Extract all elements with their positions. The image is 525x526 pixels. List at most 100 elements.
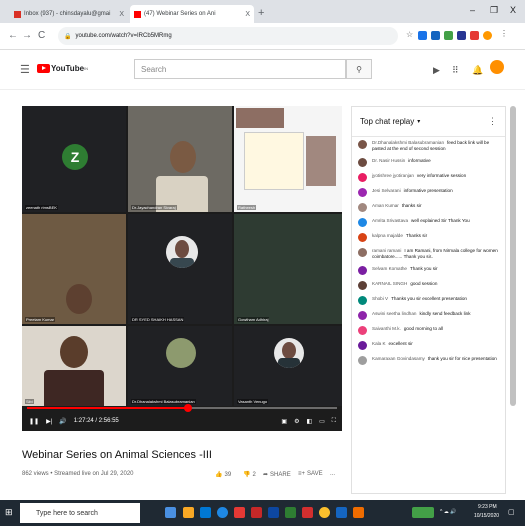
reload-button[interactable]: C xyxy=(38,30,45,41)
forward-button[interactable]: → xyxy=(22,30,32,41)
fullscreen-icon[interactable]: ⛶ xyxy=(332,418,336,425)
notification-icon[interactable]: ▢ xyxy=(508,508,515,516)
more-actions-button[interactable]: ... xyxy=(330,471,335,477)
save-button[interactable]: ≡+ SAVE xyxy=(298,471,323,477)
app-icon[interactable] xyxy=(353,507,364,518)
miniplayer-icon[interactable]: ◧ xyxy=(306,418,312,425)
youtube-logo[interactable]: YouTube IN xyxy=(37,64,88,73)
chat-author[interactable]: Jesi Selvarani xyxy=(372,188,401,193)
extension-icon[interactable] xyxy=(444,31,453,40)
app-icon[interactable] xyxy=(234,507,245,518)
chat-author[interactable]: Kamaraxan Govindasamy xyxy=(372,356,425,361)
star-icon[interactable]: ☆ xyxy=(406,30,415,39)
chat-author[interactable]: ramani ramani xyxy=(372,248,401,253)
chat-author[interactable]: Kala K xyxy=(372,341,386,346)
tab-close-button[interactable]: X xyxy=(119,11,124,18)
tray-icons[interactable]: ^ ☁ 🔊 xyxy=(440,509,456,515)
pause-icon[interactable]: ❚❚ xyxy=(29,418,39,425)
search-button[interactable]: ⚲ xyxy=(346,59,372,79)
slide-content xyxy=(244,132,304,190)
tab-label: (47) Webinar Series on Ani xyxy=(144,11,216,17)
task-view-icon[interactable] xyxy=(165,507,176,518)
dislike-button[interactable]: 👎 2 xyxy=(243,471,256,479)
chat-author[interactable]: jyotishree jyotiranjan xyxy=(372,173,414,178)
chat-avatar[interactable] xyxy=(358,188,367,197)
chat-avatar[interactable] xyxy=(358,203,367,212)
apps-grid-icon[interactable]: ⠿ xyxy=(452,65,459,76)
chat-avatar[interactable] xyxy=(358,281,367,290)
new-tab-button[interactable]: + xyxy=(258,7,264,19)
account-avatar[interactable] xyxy=(490,60,504,74)
minimize-button[interactable]: – xyxy=(470,5,475,15)
restore-button[interactable]: ❐ xyxy=(490,5,498,16)
chat-author[interactable]: Aman Kumar xyxy=(372,203,399,208)
chat-scrollbar[interactable] xyxy=(510,106,516,406)
share-button[interactable]: ➦ SHARE xyxy=(263,471,291,479)
extension-icon[interactable] xyxy=(418,31,427,40)
acrobat-icon[interactable] xyxy=(302,507,313,518)
chat-author[interactable]: Aswini seetha lindhan xyxy=(372,311,416,316)
chat-avatar[interactable] xyxy=(358,248,367,257)
clock-date[interactable]: 10/15/2020 xyxy=(474,513,499,519)
extension-icon[interactable] xyxy=(457,31,466,40)
participant-name: zeenath rimsBEK xyxy=(25,205,58,210)
chat-avatar[interactable] xyxy=(358,158,367,167)
back-button[interactable]: ← xyxy=(8,30,18,41)
store-icon[interactable] xyxy=(200,507,211,518)
search-input[interactable]: Search xyxy=(134,59,346,79)
chat-author[interactable]: KARNAIL SINGH xyxy=(372,281,407,286)
clock-time[interactable]: 9:23 PM xyxy=(478,504,497,510)
chat-author[interactable]: Saivanthi M.k. xyxy=(372,326,401,331)
theater-icon[interactable]: ▭ xyxy=(319,418,325,425)
extension-icon[interactable] xyxy=(470,31,479,40)
taskbar-search-input[interactable]: Type here to search xyxy=(20,503,140,523)
chat-avatar[interactable] xyxy=(358,173,367,182)
chat-author[interactable]: Selvam Komathe xyxy=(372,266,407,271)
tab-gmail[interactable]: Inbox (937) - chinsdayalu@gmai X xyxy=(10,5,128,23)
chat-avatar[interactable] xyxy=(358,326,367,335)
chat-author[interactable]: Dr. Nasir Hussin xyxy=(372,158,405,163)
menu-icon[interactable]: ⋮ xyxy=(500,29,509,38)
chat-avatar[interactable] xyxy=(358,341,367,350)
window-close-button[interactable]: X xyxy=(510,5,516,15)
file-explorer-icon[interactable] xyxy=(183,507,194,518)
chat-mode-selector[interactable]: Top chat replay xyxy=(360,117,414,126)
chat-author[interactable]: Shobi V xyxy=(372,296,388,301)
tab-youtube[interactable]: (47) Webinar Series on Ani X xyxy=(130,5,254,23)
tab-close-button[interactable]: X xyxy=(245,11,250,18)
app-icon[interactable] xyxy=(251,507,262,518)
next-icon[interactable]: ▶| xyxy=(46,418,52,425)
create-video-icon[interactable]: ▶ xyxy=(433,65,440,76)
like-button[interactable]: 👍 39 xyxy=(215,471,231,479)
battery-icon[interactable] xyxy=(412,507,434,518)
hamburger-menu-icon[interactable]: ☰ xyxy=(20,63,30,76)
progress-bar[interactable] xyxy=(27,404,337,412)
volume-icon[interactable]: 🔊 xyxy=(59,418,66,425)
chrome-icon[interactable] xyxy=(319,507,330,518)
excel-icon[interactable] xyxy=(285,507,296,518)
video-player[interactable]: Z zeenath rimsBEK Dr.Jayachandran Sivara… xyxy=(22,106,342,431)
chat-avatar[interactable] xyxy=(358,233,367,242)
chat-author[interactable]: Amrita Srivastava xyxy=(372,218,408,223)
chat-more-icon[interactable]: ⋮ xyxy=(488,116,497,127)
chat-avatar[interactable] xyxy=(358,356,367,365)
windows-start-icon[interactable]: ⊞ xyxy=(5,507,13,518)
subtitles-icon[interactable]: ▣ xyxy=(281,418,287,425)
chat-avatar[interactable] xyxy=(358,218,367,227)
chat-header: Top chat replay ▾ ⋮ xyxy=(352,107,505,137)
word-icon[interactable] xyxy=(268,507,279,518)
settings-icon[interactable]: ⚙ xyxy=(294,418,299,425)
chat-avatar[interactable] xyxy=(358,266,367,275)
zoom-icon[interactable] xyxy=(336,507,347,518)
url-bar[interactable]: 🔒 youtube.com/watch?v=IRCb5MRmg xyxy=(58,27,398,45)
chevron-down-icon[interactable]: ▾ xyxy=(417,118,420,125)
chat-avatar[interactable] xyxy=(358,296,367,305)
chat-author[interactable]: Dr.Dhanalakshmi Balasubramanian xyxy=(372,140,444,145)
chat-author[interactable]: kalpna majalde xyxy=(372,233,403,238)
extension-icon[interactable] xyxy=(431,31,440,40)
chat-avatar[interactable] xyxy=(358,140,367,149)
notifications-icon[interactable]: 🔔 xyxy=(472,65,483,76)
profile-avatar[interactable] xyxy=(483,31,492,40)
chat-avatar[interactable] xyxy=(358,311,367,320)
edge-icon[interactable] xyxy=(217,507,228,518)
